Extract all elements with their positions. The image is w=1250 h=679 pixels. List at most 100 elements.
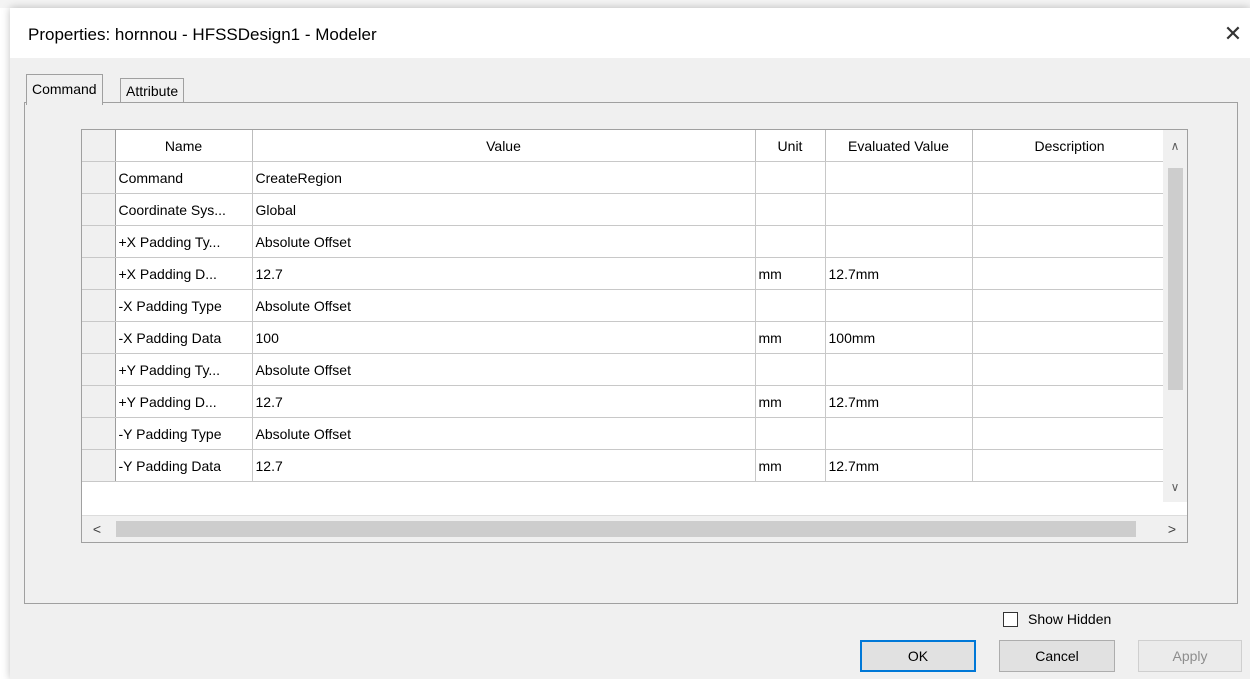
row-header[interactable]	[82, 417, 116, 450]
cell-description[interactable]	[972, 353, 1168, 386]
table-row[interactable]: +X Padding D... 12.7 mm 12.7mm	[82, 257, 1168, 290]
table-row[interactable]: -Y Padding Type Absolute Offset	[82, 417, 1168, 450]
cell-description[interactable]	[972, 449, 1168, 482]
close-icon[interactable]: ✕	[1216, 18, 1250, 50]
row-header[interactable]	[82, 353, 116, 386]
window-title: Properties: hornnou - HFSSDesign1 - Mode…	[28, 25, 377, 44]
row-header[interactable]	[82, 385, 116, 418]
cell-unit[interactable]: mm	[755, 385, 826, 418]
cell-unit[interactable]	[755, 417, 826, 450]
background-strip	[0, 0, 1250, 8]
cell-value[interactable]: 12.7	[252, 449, 756, 482]
ok-button[interactable]: OK	[860, 640, 976, 672]
cell-name: Command	[115, 161, 253, 194]
cell-value[interactable]: 12.7	[252, 257, 756, 290]
cell-name: -Y Padding Type	[115, 417, 253, 450]
table-row[interactable]: +X Padding Ty... Absolute Offset	[82, 225, 1168, 258]
properties-table: Name Value Unit Evaluated Value Descript…	[82, 130, 1168, 482]
properties-grid: Name Value Unit Evaluated Value Descript…	[81, 129, 1188, 543]
cell-name: +Y Padding Ty...	[115, 353, 253, 386]
cell-evaluated-value	[825, 193, 973, 226]
column-header-name[interactable]: Name	[115, 130, 253, 162]
cell-unit[interactable]	[755, 289, 826, 322]
column-header-evaluated-value[interactable]: Evaluated Value	[825, 130, 973, 162]
show-hidden-checkbox[interactable]	[1003, 611, 1018, 627]
cell-value[interactable]: Absolute Offset	[252, 353, 756, 386]
cell-unit[interactable]: mm	[755, 257, 826, 290]
cell-name: -X Padding Data	[115, 321, 253, 354]
row-header[interactable]	[82, 225, 116, 258]
cell-unit[interactable]	[755, 161, 826, 194]
cell-evaluated-value: 12.7mm	[825, 257, 973, 290]
cell-name: +X Padding D...	[115, 257, 253, 290]
tab-panel-command: Name Value Unit Evaluated Value Descript…	[24, 102, 1238, 627]
apply-button[interactable]: Apply	[1138, 640, 1242, 672]
properties-dialog: Properties: hornnou - HFSSDesign1 - Mode…	[10, 8, 1250, 679]
vertical-scrollbar[interactable]: ∧ ∨	[1163, 130, 1187, 502]
cell-value[interactable]: 12.7	[252, 385, 756, 418]
table-row[interactable]: +Y Padding Ty... Absolute Offset	[82, 353, 1168, 386]
cell-description[interactable]	[972, 417, 1168, 450]
cell-value[interactable]: CreateRegion	[252, 161, 756, 194]
column-header-description[interactable]: Description	[972, 130, 1168, 162]
horizontal-scrollbar[interactable]: < >	[82, 515, 1187, 542]
cell-unit[interactable]	[755, 225, 826, 258]
column-header-unit[interactable]: Unit	[755, 130, 826, 162]
cell-evaluated-value	[825, 417, 973, 450]
cell-description[interactable]	[972, 321, 1168, 354]
cell-description[interactable]	[972, 385, 1168, 418]
cell-evaluated-value	[825, 353, 973, 386]
scroll-down-icon[interactable]: ∨	[1163, 475, 1187, 499]
cancel-button[interactable]: Cancel	[999, 640, 1115, 672]
cell-evaluated-value	[825, 225, 973, 258]
table-row[interactable]: -X Padding Data 100 mm 100mm	[82, 321, 1168, 354]
cell-value[interactable]: Global	[252, 193, 756, 226]
table-row[interactable]: -X Padding Type Absolute Offset	[82, 289, 1168, 322]
cell-description[interactable]	[972, 289, 1168, 322]
show-hidden-option[interactable]: Show Hidden	[1003, 611, 1111, 627]
cell-evaluated-value: 12.7mm	[825, 449, 973, 482]
row-header[interactable]	[82, 193, 116, 226]
row-header[interactable]	[82, 257, 116, 290]
cell-value[interactable]: Absolute Offset	[252, 417, 756, 450]
cell-value[interactable]: 100	[252, 321, 756, 354]
show-hidden-label: Show Hidden	[1028, 611, 1112, 627]
cell-name: +Y Padding D...	[115, 385, 253, 418]
table-row[interactable]: Command CreateRegion	[82, 161, 1168, 194]
scroll-up-icon[interactable]: ∧	[1163, 134, 1187, 158]
cell-unit[interactable]: mm	[755, 321, 826, 354]
column-header-value[interactable]: Value	[252, 130, 756, 162]
scroll-right-icon[interactable]: >	[1157, 516, 1187, 542]
row-header[interactable]	[82, 321, 116, 354]
cell-name: -X Padding Type	[115, 289, 253, 322]
cell-unit[interactable]	[755, 353, 826, 386]
cell-name: -Y Padding Data	[115, 449, 253, 482]
row-header[interactable]	[82, 289, 116, 322]
row-header-corner	[82, 130, 116, 162]
cell-value[interactable]: Absolute Offset	[252, 289, 756, 322]
dialog-client-area: Command Attribute Name Value Unit Evalua…	[10, 58, 1250, 679]
cell-evaluated-value: 100mm	[825, 321, 973, 354]
title-bar: Properties: hornnou - HFSSDesign1 - Mode…	[10, 8, 1250, 58]
cell-description[interactable]	[972, 257, 1168, 290]
row-header[interactable]	[82, 161, 116, 194]
vertical-scroll-thumb[interactable]	[1168, 168, 1183, 390]
table-row[interactable]: +Y Padding D... 12.7 mm 12.7mm	[82, 385, 1168, 418]
cell-evaluated-value	[825, 289, 973, 322]
header-row: Name Value Unit Evaluated Value Descript…	[82, 130, 1168, 162]
cell-name: +X Padding Ty...	[115, 225, 253, 258]
row-header[interactable]	[82, 449, 116, 482]
cell-evaluated-value	[825, 161, 973, 194]
cell-value[interactable]: Absolute Offset	[252, 225, 756, 258]
cell-description[interactable]	[972, 225, 1168, 258]
table-row[interactable]: -Y Padding Data 12.7 mm 12.7mm	[82, 449, 1168, 482]
cell-description[interactable]	[972, 193, 1168, 226]
tab-command[interactable]: Command	[26, 74, 103, 105]
cell-description[interactable]	[972, 161, 1168, 194]
cell-unit[interactable]: mm	[755, 449, 826, 482]
tab-attribute[interactable]: Attribute	[120, 78, 185, 103]
scroll-left-icon[interactable]: <	[82, 516, 112, 542]
table-row[interactable]: Coordinate Sys... Global	[82, 193, 1168, 226]
cell-unit[interactable]	[755, 193, 826, 226]
horizontal-scroll-thumb[interactable]	[116, 521, 1136, 537]
